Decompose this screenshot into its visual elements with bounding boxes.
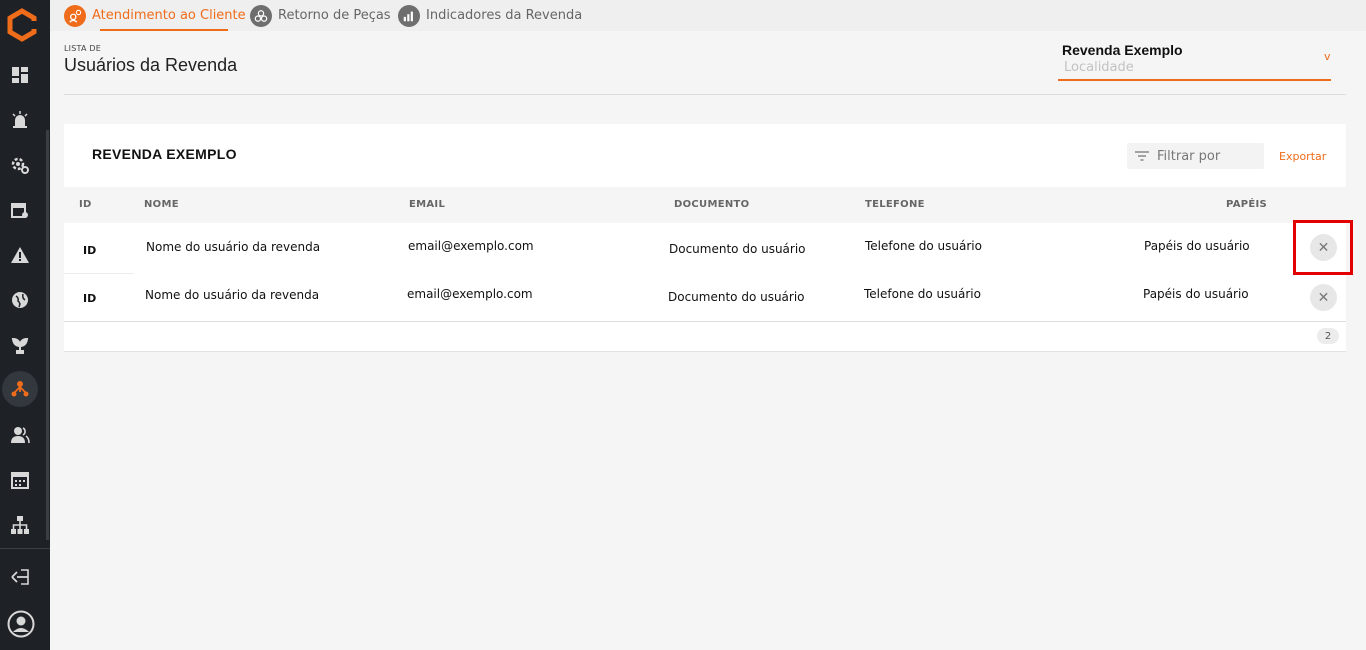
cell-phone: Telefone do usuário [865, 239, 982, 253]
alarm-icon[interactable] [9, 109, 31, 131]
org-chart-icon[interactable] [9, 514, 31, 536]
close-icon: ✕ [1317, 289, 1330, 306]
column-header-name[interactable]: NOME [144, 199, 179, 210]
chevron-down-icon[interactable]: v [1324, 50, 1331, 63]
tab-label: Retorno de Peças [278, 8, 391, 23]
tab-label: Atendimento ao Cliente [92, 8, 246, 23]
cell-id: ID [83, 244, 97, 257]
column-header-roles[interactable]: PAPÉIS [1226, 199, 1267, 210]
cell-roles: Papéis do usuário [1143, 287, 1249, 301]
sidebar-scrollbar[interactable] [46, 130, 49, 540]
card-bottom-border [64, 351, 1346, 352]
network-users-icon[interactable] [9, 378, 31, 400]
filter-icon [1135, 151, 1149, 161]
logout-icon[interactable] [9, 566, 31, 588]
column-header-document[interactable]: DOCUMENTO [674, 199, 749, 210]
column-header-phone[interactable]: TELEFONE [865, 199, 925, 210]
reseller-name: Revenda Exemplo [1062, 42, 1183, 58]
table-bottom-divider [64, 321, 1346, 322]
cell-name: Nome do usuário da revenda [145, 288, 320, 302]
sidebar-divider [0, 548, 50, 549]
export-button[interactable]: Exportar [1279, 150, 1326, 163]
tab-indicadores-da-revenda[interactable]: Indicadores da Revenda [398, 0, 582, 31]
users-icon[interactable] [9, 424, 31, 446]
sidebar [0, 0, 50, 650]
tab-retorno-de-pecas[interactable]: Retorno de Peças [250, 0, 391, 31]
cell-phone: Telefone do usuário [864, 287, 981, 301]
reseller-select[interactable]: Revenda Exemplo Localidade v [1058, 38, 1344, 82]
cell-email: email@exemplo.com [407, 287, 533, 301]
page-title: Usuários da Revenda [64, 55, 238, 75]
select-underline [1058, 79, 1331, 81]
indicators-icon [398, 4, 420, 27]
parts-return-icon [250, 4, 272, 27]
cell-email: email@exemplo.com [408, 239, 534, 253]
column-header-email[interactable]: EMAIL [409, 199, 445, 210]
calendar-tool-icon[interactable] [9, 199, 31, 221]
users-card: REVENDA EXEMPLO Filtrar por Exportar ID … [64, 124, 1353, 352]
user-profile-icon[interactable] [7, 610, 35, 638]
pagination-count[interactable]: 2 [1317, 328, 1339, 344]
table-row[interactable]: ID Nome do usuário da revenda email@exem… [64, 224, 1346, 272]
column-header-id[interactable]: ID [79, 199, 92, 210]
active-tab-underline [100, 29, 228, 31]
cell-document: Documento do usuário [668, 290, 805, 304]
plant-icon[interactable] [9, 334, 31, 356]
cell-name: Nome do usuário da revenda [146, 240, 321, 254]
cell-roles: Papéis do usuário [1144, 239, 1250, 253]
filter-input[interactable]: Filtrar por [1127, 143, 1264, 169]
top-tab-bar: Atendimento ao Cliente Retorno de Peças … [50, 0, 1366, 31]
warning-icon[interactable] [9, 244, 31, 266]
settings-gears-icon[interactable] [9, 154, 31, 176]
table-row[interactable]: ID Nome do usuário da revenda email@exem… [64, 272, 1346, 320]
tab-label: Indicadores da Revenda [426, 8, 583, 23]
brand-logo-icon[interactable] [5, 8, 39, 42]
globe-icon[interactable] [9, 289, 31, 311]
cell-id: ID [83, 292, 97, 305]
customer-service-icon [64, 4, 86, 27]
tab-atendimento-ao-cliente[interactable]: Atendimento ao Cliente [64, 0, 246, 31]
calendar-icon[interactable] [9, 469, 31, 491]
cell-document: Documento do usuário [669, 242, 806, 256]
locality-placeholder: Localidade [1064, 60, 1134, 75]
filter-placeholder: Filtrar por [1157, 148, 1221, 164]
highlight-box [1293, 220, 1353, 275]
dashboard-icon[interactable] [9, 64, 31, 86]
delete-user-button[interactable]: ✕ [1310, 284, 1337, 311]
card-title: REVENDA EXEMPLO [92, 146, 237, 162]
page-eyebrow: LISTA DE [64, 44, 101, 53]
table-header: ID NOME EMAIL DOCUMENTO TELEFONE PAPÉIS [64, 187, 1346, 223]
header-divider [64, 94, 1346, 95]
